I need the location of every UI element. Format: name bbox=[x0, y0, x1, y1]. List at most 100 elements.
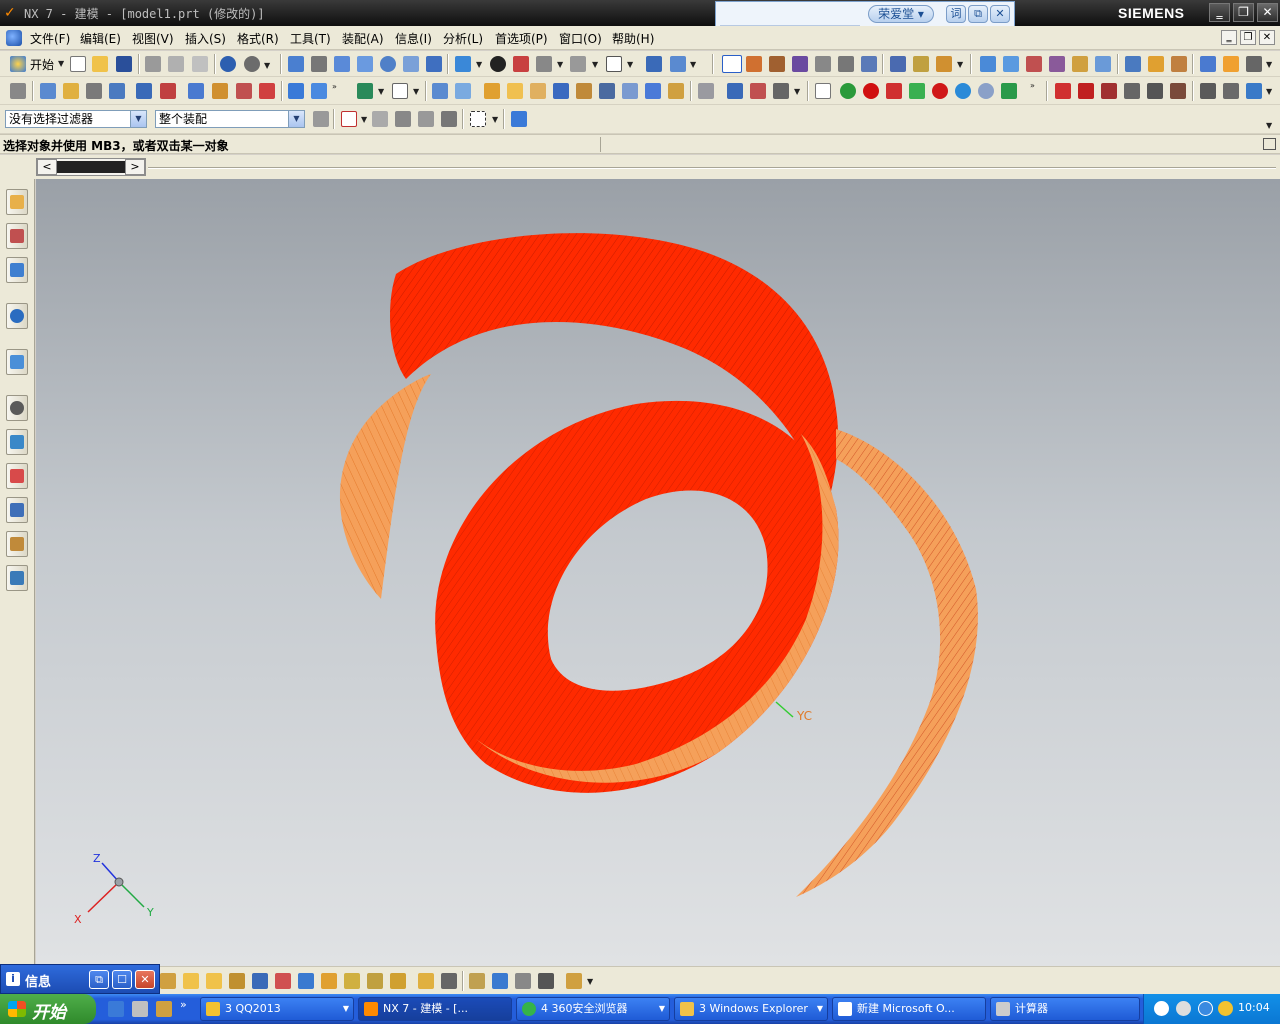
mid-point-icon[interactable] bbox=[792, 56, 808, 72]
doc-close-button[interactable]: ✕ bbox=[1259, 30, 1275, 45]
gear-icon[interactable] bbox=[978, 83, 994, 99]
volume-icon[interactable] bbox=[1176, 1001, 1191, 1016]
hole-icon[interactable] bbox=[109, 83, 125, 99]
perspective-icon[interactable] bbox=[403, 56, 419, 72]
mirror-icon[interactable] bbox=[455, 83, 471, 99]
split-body-icon[interactable] bbox=[727, 83, 743, 99]
chevron-down-icon[interactable]: ▼ bbox=[413, 87, 419, 96]
task-qq[interactable]: 3 QQ2013 ▼ bbox=[200, 997, 354, 1021]
type-filter-select[interactable]: 没有选择过滤器 ▼ bbox=[5, 110, 147, 128]
assembly-add-icon[interactable] bbox=[160, 973, 176, 989]
family-icon[interactable] bbox=[515, 973, 531, 989]
tray-expand-icon[interactable] bbox=[1198, 1001, 1213, 1016]
wrap-icon[interactable] bbox=[668, 83, 684, 99]
chevron-down-icon[interactable]: ▼ bbox=[557, 60, 563, 69]
dictionary-copy-button[interactable]: ⧉ bbox=[968, 5, 988, 23]
chevron-down-icon[interactable]: ▼ bbox=[587, 977, 593, 986]
move-component-icon[interactable] bbox=[275, 973, 291, 989]
ring-icon[interactable] bbox=[955, 83, 971, 99]
menu-information[interactable]: 信息(I) bbox=[395, 30, 432, 47]
scroll-left-button[interactable]: < bbox=[37, 159, 57, 175]
pan-icon[interactable] bbox=[357, 56, 373, 72]
chamfer-icon[interactable] bbox=[212, 83, 228, 99]
save-icon[interactable] bbox=[116, 56, 132, 72]
clearance-icon[interactable] bbox=[469, 973, 485, 989]
dictionary-close-button[interactable]: ✕ bbox=[990, 5, 1010, 23]
reuse-library-tab[interactable] bbox=[6, 303, 28, 329]
subtract-icon[interactable] bbox=[311, 83, 327, 99]
redo-icon[interactable] bbox=[244, 56, 260, 72]
general-selection-icon[interactable] bbox=[313, 111, 329, 127]
select-icon[interactable] bbox=[722, 55, 742, 73]
quick-launch-more-icon[interactable]: » bbox=[180, 998, 187, 1011]
cut-icon[interactable] bbox=[145, 56, 161, 72]
menu-window[interactable]: 窗口(O) bbox=[559, 30, 602, 47]
menu-help[interactable]: 帮助(H) bbox=[612, 30, 654, 47]
double-chevron-icon[interactable]: » bbox=[1030, 81, 1035, 90]
mirror-assembly-icon[interactable] bbox=[252, 973, 268, 989]
chevron-down-icon[interactable]: ▼ bbox=[1266, 121, 1272, 130]
graphics-window[interactable]: YC Z X Y bbox=[36, 179, 1280, 966]
chevron-down-icon[interactable]: ▼ bbox=[492, 115, 498, 124]
menu-insert[interactable]: 插入(S) bbox=[185, 30, 226, 47]
edit-curve-icon[interactable] bbox=[1246, 83, 1262, 99]
circle-green-icon[interactable] bbox=[840, 83, 856, 99]
restore-button[interactable]: ❐ bbox=[1233, 3, 1254, 22]
chevron-down-icon[interactable]: ▼ bbox=[361, 115, 367, 124]
menu-view[interactable]: 视图(V) bbox=[132, 30, 174, 47]
shell-icon[interactable] bbox=[236, 83, 252, 99]
cylinder-icon[interactable] bbox=[530, 83, 546, 99]
fit-icon[interactable] bbox=[288, 56, 304, 72]
arc-icon[interactable] bbox=[1078, 83, 1094, 99]
part-navigator-tab[interactable] bbox=[6, 257, 28, 283]
extrude-icon[interactable] bbox=[63, 83, 79, 99]
cone-icon[interactable] bbox=[553, 83, 569, 99]
point-set-icon[interactable] bbox=[1101, 83, 1117, 99]
system-scenes-tab[interactable] bbox=[6, 565, 28, 591]
studio-icon[interactable] bbox=[513, 56, 529, 72]
minimize-button[interactable]: ‗ bbox=[1209, 3, 1230, 22]
chevron-down-icon[interactable]: ▼ bbox=[378, 87, 384, 96]
measure-body-icon[interactable] bbox=[936, 56, 952, 72]
curve-rule-icon[interactable] bbox=[372, 111, 388, 127]
hd3d-tools-tab[interactable] bbox=[6, 349, 28, 375]
constraint-navigator-tab[interactable] bbox=[6, 223, 28, 249]
chevron-down-icon[interactable]: ▼ bbox=[957, 60, 963, 69]
explode-icon[interactable] bbox=[367, 973, 383, 989]
menu-file[interactable]: 文件(F) bbox=[30, 30, 70, 47]
intersection-icon[interactable] bbox=[838, 56, 854, 72]
remember-constraints-icon[interactable] bbox=[344, 973, 360, 989]
task-office[interactable]: 新建 Microsoft O... bbox=[832, 997, 986, 1021]
sequence-icon[interactable] bbox=[390, 973, 406, 989]
rectangle-select-icon[interactable] bbox=[470, 111, 486, 127]
wave-icon[interactable] bbox=[418, 973, 434, 989]
rendering-style-icon[interactable] bbox=[455, 56, 471, 72]
swept-icon[interactable] bbox=[1049, 56, 1065, 72]
start-icon[interactable] bbox=[10, 56, 26, 72]
info-maximize-button[interactable]: ☐ bbox=[112, 970, 132, 989]
torus-icon[interactable] bbox=[886, 83, 902, 99]
menu-format[interactable]: 格式(R) bbox=[237, 30, 279, 47]
nx-menu-icon[interactable] bbox=[6, 30, 22, 46]
constraint-icon[interactable] bbox=[298, 973, 314, 989]
system-materials-tab[interactable] bbox=[6, 429, 28, 455]
show-constraint-icon[interactable] bbox=[321, 973, 337, 989]
divide-curve-icon[interactable] bbox=[1223, 83, 1239, 99]
snap-point-icon[interactable] bbox=[746, 56, 762, 72]
stop-at-intersection-icon[interactable] bbox=[418, 111, 434, 127]
component-icon[interactable] bbox=[183, 973, 199, 989]
extract-icon[interactable] bbox=[773, 83, 789, 99]
toolbar-grip-icon[interactable] bbox=[10, 83, 26, 99]
maximize-icon[interactable] bbox=[1263, 138, 1276, 150]
chevron-down-icon[interactable]: ▼ bbox=[264, 61, 270, 70]
chevron-down-icon[interactable]: ▼ bbox=[58, 59, 64, 68]
offset-surface-icon[interactable] bbox=[1148, 56, 1164, 72]
center-point-icon[interactable] bbox=[861, 56, 877, 72]
chevron-down-icon[interactable]: ▼ bbox=[130, 111, 146, 127]
bridge-curve-icon[interactable] bbox=[1170, 83, 1186, 99]
surface-icon[interactable] bbox=[980, 56, 996, 72]
qq-tray-icon[interactable] bbox=[1218, 1001, 1233, 1016]
bounded-plane-icon[interactable] bbox=[1095, 56, 1111, 72]
zoom-window-icon[interactable] bbox=[311, 56, 327, 72]
new-component-icon[interactable] bbox=[206, 973, 222, 989]
